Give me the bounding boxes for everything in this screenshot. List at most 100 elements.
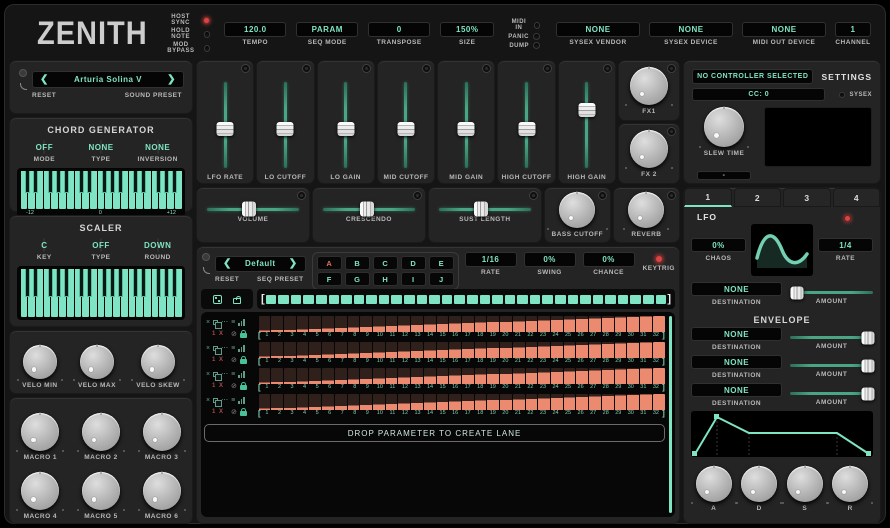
slider-track[interactable] bbox=[465, 82, 468, 168]
lfo-amount-slider[interactable] bbox=[790, 291, 873, 294]
chevron-left-icon[interactable]: ❮ bbox=[40, 74, 49, 85]
step[interactable] bbox=[437, 316, 449, 332]
black-key[interactable] bbox=[164, 269, 169, 297]
macro-4-knob[interactable] bbox=[21, 472, 59, 510]
chevron-right-icon[interactable]: ❯ bbox=[167, 74, 176, 85]
lane-copy-icon[interactable] bbox=[213, 320, 218, 325]
step[interactable] bbox=[271, 342, 283, 358]
step[interactable] bbox=[487, 368, 499, 384]
lane-bypass-icon[interactable]: ⊘ bbox=[231, 331, 237, 338]
step[interactable] bbox=[259, 394, 271, 410]
step[interactable] bbox=[373, 316, 385, 332]
lane-delete-icon[interactable]: × bbox=[206, 319, 210, 326]
tab-3[interactable]: 3 bbox=[783, 188, 831, 207]
step[interactable] bbox=[437, 368, 449, 384]
step[interactable] bbox=[576, 368, 588, 384]
step[interactable] bbox=[297, 316, 309, 332]
step[interactable] bbox=[576, 394, 588, 410]
black-key[interactable] bbox=[156, 269, 161, 297]
lane-mode-icon[interactable] bbox=[238, 397, 245, 404]
step[interactable] bbox=[398, 316, 410, 332]
scaler-round-value[interactable]: DOWN bbox=[157, 238, 159, 252]
step[interactable] bbox=[398, 368, 410, 384]
chevron-left-icon[interactable]: ❮ bbox=[223, 258, 232, 269]
seq-swing-value[interactable]: 0% bbox=[524, 252, 576, 267]
black-key[interactable] bbox=[133, 269, 138, 297]
step[interactable] bbox=[309, 368, 321, 384]
step[interactable] bbox=[449, 394, 461, 410]
slider-handle[interactable] bbox=[277, 122, 294, 136]
lane-delete-icon[interactable]: × bbox=[206, 371, 210, 378]
pattern-button-c[interactable]: C bbox=[373, 256, 398, 270]
adsr-r-knob[interactable] bbox=[832, 466, 868, 502]
slider-track[interactable] bbox=[224, 82, 227, 168]
step[interactable] bbox=[462, 368, 474, 384]
black-key[interactable] bbox=[164, 171, 169, 193]
step[interactable] bbox=[640, 316, 652, 332]
step[interactable] bbox=[322, 368, 334, 384]
macro-5-knob[interactable] bbox=[82, 472, 120, 510]
env-amount-slider[interactable] bbox=[790, 364, 873, 367]
step[interactable] bbox=[411, 316, 423, 332]
toggle-led[interactable] bbox=[204, 31, 211, 38]
slider-track[interactable] bbox=[323, 208, 415, 211]
step[interactable] bbox=[640, 368, 652, 384]
lane-copy-icon[interactable] bbox=[213, 346, 218, 351]
black-key[interactable] bbox=[25, 269, 30, 297]
step[interactable] bbox=[602, 368, 614, 384]
step[interactable] bbox=[602, 394, 614, 410]
chevron-right-icon[interactable]: ❯ bbox=[289, 258, 298, 269]
topbar-transpose-value[interactable]: 0 bbox=[368, 22, 430, 37]
loop-step[interactable] bbox=[580, 295, 591, 304]
step[interactable] bbox=[462, 316, 474, 332]
loop-step[interactable] bbox=[454, 295, 465, 304]
step[interactable] bbox=[386, 368, 398, 384]
step[interactable] bbox=[589, 368, 601, 384]
seq-chance-value[interactable]: 0% bbox=[583, 252, 635, 267]
slider-handle[interactable] bbox=[578, 103, 595, 117]
slider-handle[interactable] bbox=[474, 202, 488, 217]
step[interactable] bbox=[424, 368, 436, 384]
sysex-toggle[interactable] bbox=[839, 92, 845, 98]
step[interactable] bbox=[348, 368, 360, 384]
slider-track[interactable] bbox=[439, 208, 531, 211]
midi-led[interactable] bbox=[533, 33, 540, 40]
step[interactable] bbox=[398, 394, 410, 410]
step[interactable] bbox=[437, 342, 449, 358]
step[interactable] bbox=[526, 316, 538, 332]
black-key[interactable] bbox=[87, 171, 92, 193]
mod-target-icon[interactable] bbox=[422, 64, 431, 73]
step[interactable] bbox=[487, 316, 499, 332]
step[interactable] bbox=[589, 316, 601, 332]
step[interactable] bbox=[284, 368, 296, 384]
black-key[interactable] bbox=[33, 269, 38, 297]
loop-step[interactable] bbox=[391, 295, 402, 304]
lane-bypass-icon[interactable]: ⊘ bbox=[231, 409, 237, 416]
env-amount-slider[interactable] bbox=[790, 336, 873, 339]
step[interactable] bbox=[602, 342, 614, 358]
velo-min-knob[interactable] bbox=[23, 345, 57, 379]
step[interactable] bbox=[335, 394, 347, 410]
env-amount-slider[interactable] bbox=[790, 392, 873, 395]
step[interactable] bbox=[564, 368, 576, 384]
step[interactable] bbox=[462, 394, 474, 410]
mod-target-icon[interactable] bbox=[667, 127, 676, 136]
lane-more-icon[interactable]: ⋯ bbox=[221, 319, 228, 326]
black-key[interactable] bbox=[56, 171, 61, 193]
step[interactable] bbox=[526, 394, 538, 410]
step[interactable] bbox=[640, 394, 652, 410]
lane-copy-icon[interactable] bbox=[213, 372, 218, 377]
step[interactable] bbox=[322, 342, 334, 358]
mod-target-icon[interactable] bbox=[543, 64, 552, 73]
bass-cutoff-knob[interactable] bbox=[559, 192, 595, 228]
step[interactable] bbox=[627, 394, 639, 410]
black-key[interactable] bbox=[141, 269, 146, 297]
env-destination-select[interactable]: NONE bbox=[691, 327, 782, 341]
step[interactable] bbox=[538, 368, 550, 384]
loop-step[interactable] bbox=[505, 295, 516, 304]
step[interactable] bbox=[348, 394, 360, 410]
loop-step[interactable] bbox=[354, 295, 365, 304]
step[interactable] bbox=[322, 394, 334, 410]
step[interactable] bbox=[335, 368, 347, 384]
step[interactable] bbox=[538, 342, 550, 358]
